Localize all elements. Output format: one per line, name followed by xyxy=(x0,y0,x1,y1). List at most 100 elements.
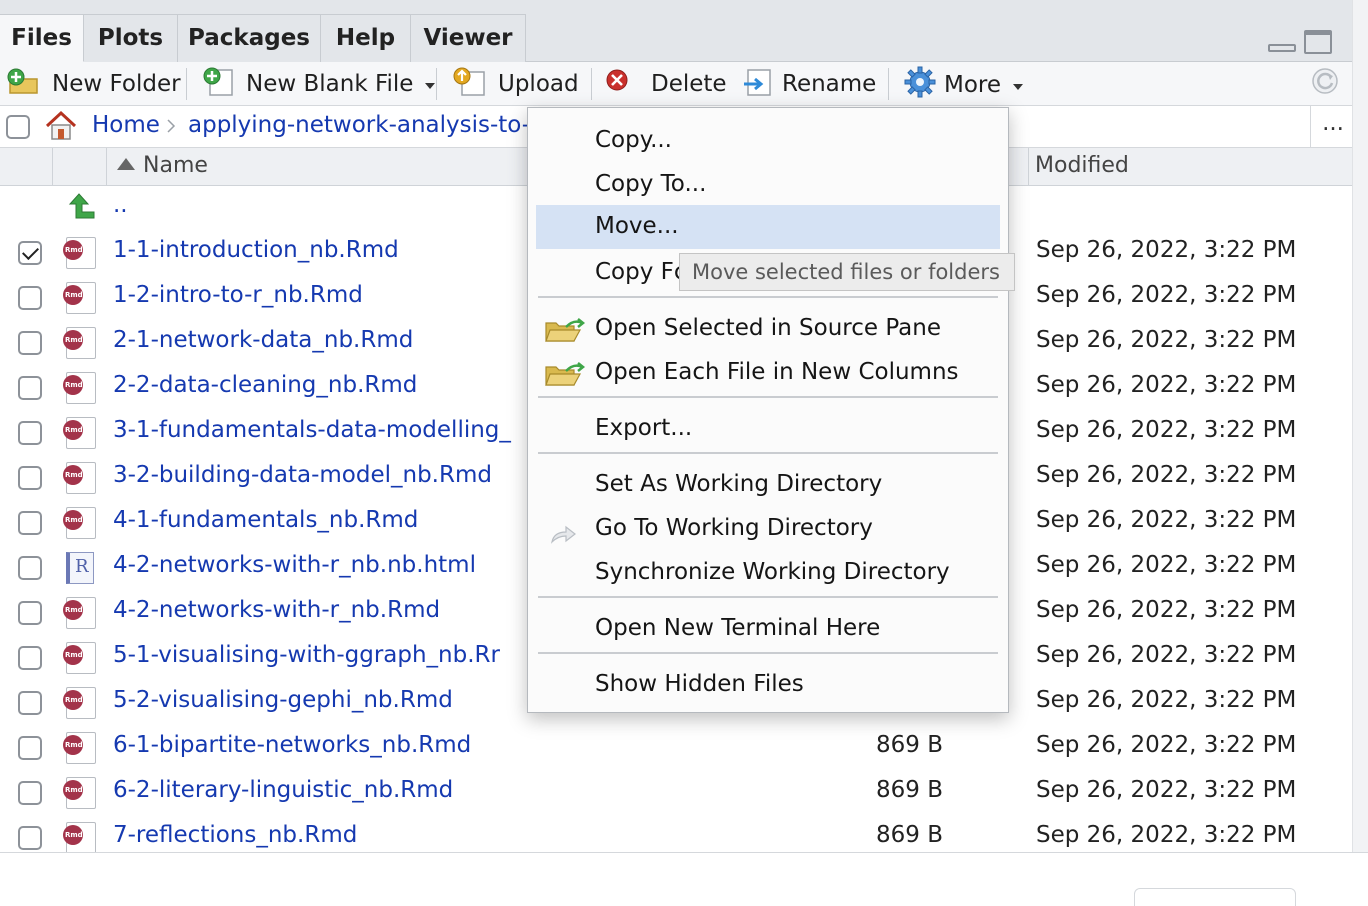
refresh-icon xyxy=(1310,66,1340,102)
new-folder-icon xyxy=(6,67,40,101)
menu-item-move[interactable]: Move... xyxy=(536,205,1000,249)
maximize-pane-icon[interactable] xyxy=(1304,30,1332,54)
row-checkbox[interactable] xyxy=(18,241,42,265)
file-name-link[interactable]: 3-2-building-data-model_nb.Rmd xyxy=(113,462,492,488)
scrollbar-track[interactable] xyxy=(1352,0,1368,852)
sort-ascending-icon xyxy=(117,158,135,170)
file-modified: Sep 26, 2022, 3:22 PM xyxy=(1036,327,1297,353)
pathbar-divider xyxy=(1310,106,1311,148)
file-name-link[interactable]: 2-1-network-data_nb.Rmd xyxy=(113,327,413,353)
more-dropdown-menu: Copy... Copy To... Move... Copy Fc Open … xyxy=(527,107,1009,713)
pane-tab-bar: Files Plots Packages Help Viewer xyxy=(0,0,1352,62)
menu-item-synchronize-working-directory[interactable]: Synchronize Working Directory xyxy=(536,551,1000,593)
file-name-link[interactable]: 6-1-bipartite-networks_nb.Rmd xyxy=(113,732,471,758)
new-folder-label: New Folder xyxy=(52,71,181,97)
rmd-file-icon: Rmd xyxy=(63,597,96,629)
delete-label: Delete xyxy=(651,71,727,97)
table-row[interactable]: Rmd 6-2-literary-linguistic_nb.Rmd 869 B Se… xyxy=(0,771,1352,816)
header-modified-label: Modified xyxy=(1035,153,1129,178)
tab-help[interactable]: Help xyxy=(321,14,411,62)
menu-separator xyxy=(538,452,998,454)
file-name-link[interactable]: 4-1-fundamentals_nb.Rmd xyxy=(113,507,418,533)
rename-label: Rename xyxy=(782,71,877,97)
menu-item-open-selected[interactable]: Open Selected in Source Pane xyxy=(536,307,1000,349)
refresh-button[interactable] xyxy=(1310,62,1340,106)
select-all-checkbox[interactable] xyxy=(6,115,30,139)
home-icon[interactable] xyxy=(44,110,78,146)
file-name-link[interactable]: 2-2-data-cleaning_nb.Rmd xyxy=(113,372,417,398)
table-row[interactable]: Rmd 7-reflections_nb.Rmd 869 B Sep 26, 2022… xyxy=(0,816,1352,852)
menu-item-open-each[interactable]: Open Each File in New Columns xyxy=(536,351,1000,393)
row-checkbox[interactable] xyxy=(18,646,42,670)
minimize-pane-icon[interactable] xyxy=(1268,44,1296,52)
rmd-file-icon: Rmd xyxy=(63,282,96,314)
tab-viewer[interactable]: Viewer xyxy=(411,14,526,62)
menu-item-go-to-working-directory[interactable]: Go To Working Directory xyxy=(536,507,1000,549)
row-checkbox[interactable] xyxy=(18,691,42,715)
menu-item-copy-to[interactable]: Copy To... xyxy=(536,163,1000,205)
tab-plots[interactable]: Plots xyxy=(84,14,178,62)
parent-directory-link[interactable]: .. xyxy=(113,192,128,218)
file-size: 869 B xyxy=(876,732,943,758)
tab-packages[interactable]: Packages xyxy=(178,14,321,62)
row-checkbox[interactable] xyxy=(18,781,42,805)
menu-item-set-working-directory[interactable]: Set As Working Directory xyxy=(536,463,1000,505)
file-name-link[interactable]: 5-1-visualising-with-ggraph_nb.Rr xyxy=(113,642,500,668)
rename-button[interactable]: Rename xyxy=(742,62,876,106)
file-modified: Sep 26, 2022, 3:22 PM xyxy=(1036,237,1297,263)
menu-item-copy[interactable]: Copy... xyxy=(536,119,1000,161)
path-overflow-button[interactable]: ... xyxy=(1322,110,1344,136)
breadcrumb-home[interactable]: Home xyxy=(92,112,160,138)
row-checkbox[interactable] xyxy=(18,601,42,625)
row-checkbox[interactable] xyxy=(18,466,42,490)
file-size: 869 B xyxy=(876,777,943,803)
rmd-file-icon: Rmd xyxy=(63,732,96,764)
row-checkbox[interactable] xyxy=(18,511,42,535)
header-modified-column[interactable]: Modified xyxy=(1028,148,1350,186)
upload-button[interactable]: Upload xyxy=(452,62,579,106)
menu-separator xyxy=(538,652,998,654)
breadcrumb-separator-icon xyxy=(166,118,176,138)
chevron-down-icon xyxy=(1013,84,1024,90)
file-name-link[interactable]: 1-1-introduction_nb.Rmd xyxy=(113,237,399,263)
header-icon-column xyxy=(52,148,106,186)
file-modified: Sep 26, 2022, 3:22 PM xyxy=(1036,822,1297,848)
file-name-link[interactable]: 4-2-networks-with-r_nb.Rmd xyxy=(113,597,440,623)
rmd-file-icon: Rmd xyxy=(63,777,96,809)
header-name-label: Name xyxy=(143,153,208,178)
new-blank-file-button[interactable]: New Blank File xyxy=(202,62,436,106)
row-checkbox[interactable] xyxy=(18,421,42,445)
menu-separator xyxy=(538,596,998,598)
row-checkbox[interactable] xyxy=(18,331,42,355)
file-name-link[interactable]: 5-2-visualising-gephi_nb.Rmd xyxy=(113,687,453,713)
r-notebook-file-icon: R xyxy=(66,552,94,584)
menu-item-open-terminal[interactable]: Open New Terminal Here xyxy=(536,607,1000,649)
delete-button[interactable]: Delete xyxy=(605,62,727,106)
menu-item-export[interactable]: Export... xyxy=(536,407,1000,449)
menu-item-show-hidden-files[interactable]: Show Hidden Files xyxy=(536,663,1000,705)
row-checkbox[interactable] xyxy=(18,376,42,400)
toolbar-divider xyxy=(888,68,889,100)
file-name-link[interactable]: 7-reflections_nb.Rmd xyxy=(113,822,357,848)
file-name-link[interactable]: 4-2-networks-with-r_nb.nb.html xyxy=(113,552,476,578)
tab-files[interactable]: Files xyxy=(0,14,84,62)
file-name-link[interactable]: 1-2-intro-to-r_nb.Rmd xyxy=(113,282,363,308)
open-folder-icon xyxy=(544,359,586,401)
file-name-link[interactable]: 3-1-fundamentals-data-modelling_ xyxy=(113,417,511,443)
row-checkbox[interactable] xyxy=(18,286,42,310)
row-checkbox[interactable] xyxy=(18,826,42,850)
menu-separator xyxy=(538,396,998,398)
row-checkbox[interactable] xyxy=(18,736,42,760)
file-modified: Sep 26, 2022, 3:22 PM xyxy=(1036,687,1297,713)
file-modified: Sep 26, 2022, 3:22 PM xyxy=(1036,642,1297,668)
row-checkbox[interactable] xyxy=(18,556,42,580)
file-name-link[interactable]: 6-2-literary-linguistic_nb.Rmd xyxy=(113,777,453,803)
file-modified: Sep 26, 2022, 3:22 PM xyxy=(1036,282,1297,308)
more-button[interactable]: More xyxy=(904,63,1024,107)
breadcrumb-folder[interactable]: applying-network-analysis-to- xyxy=(188,112,530,138)
new-folder-button[interactable]: New Folder xyxy=(6,62,181,106)
file-modified: Sep 26, 2022, 3:22 PM xyxy=(1036,417,1297,443)
table-row[interactable]: Rmd 6-1-bipartite-networks_nb.Rmd 869 B Sep… xyxy=(0,726,1352,771)
rmd-file-icon: Rmd xyxy=(63,822,96,852)
bottom-panel-control[interactable] xyxy=(1134,888,1296,906)
